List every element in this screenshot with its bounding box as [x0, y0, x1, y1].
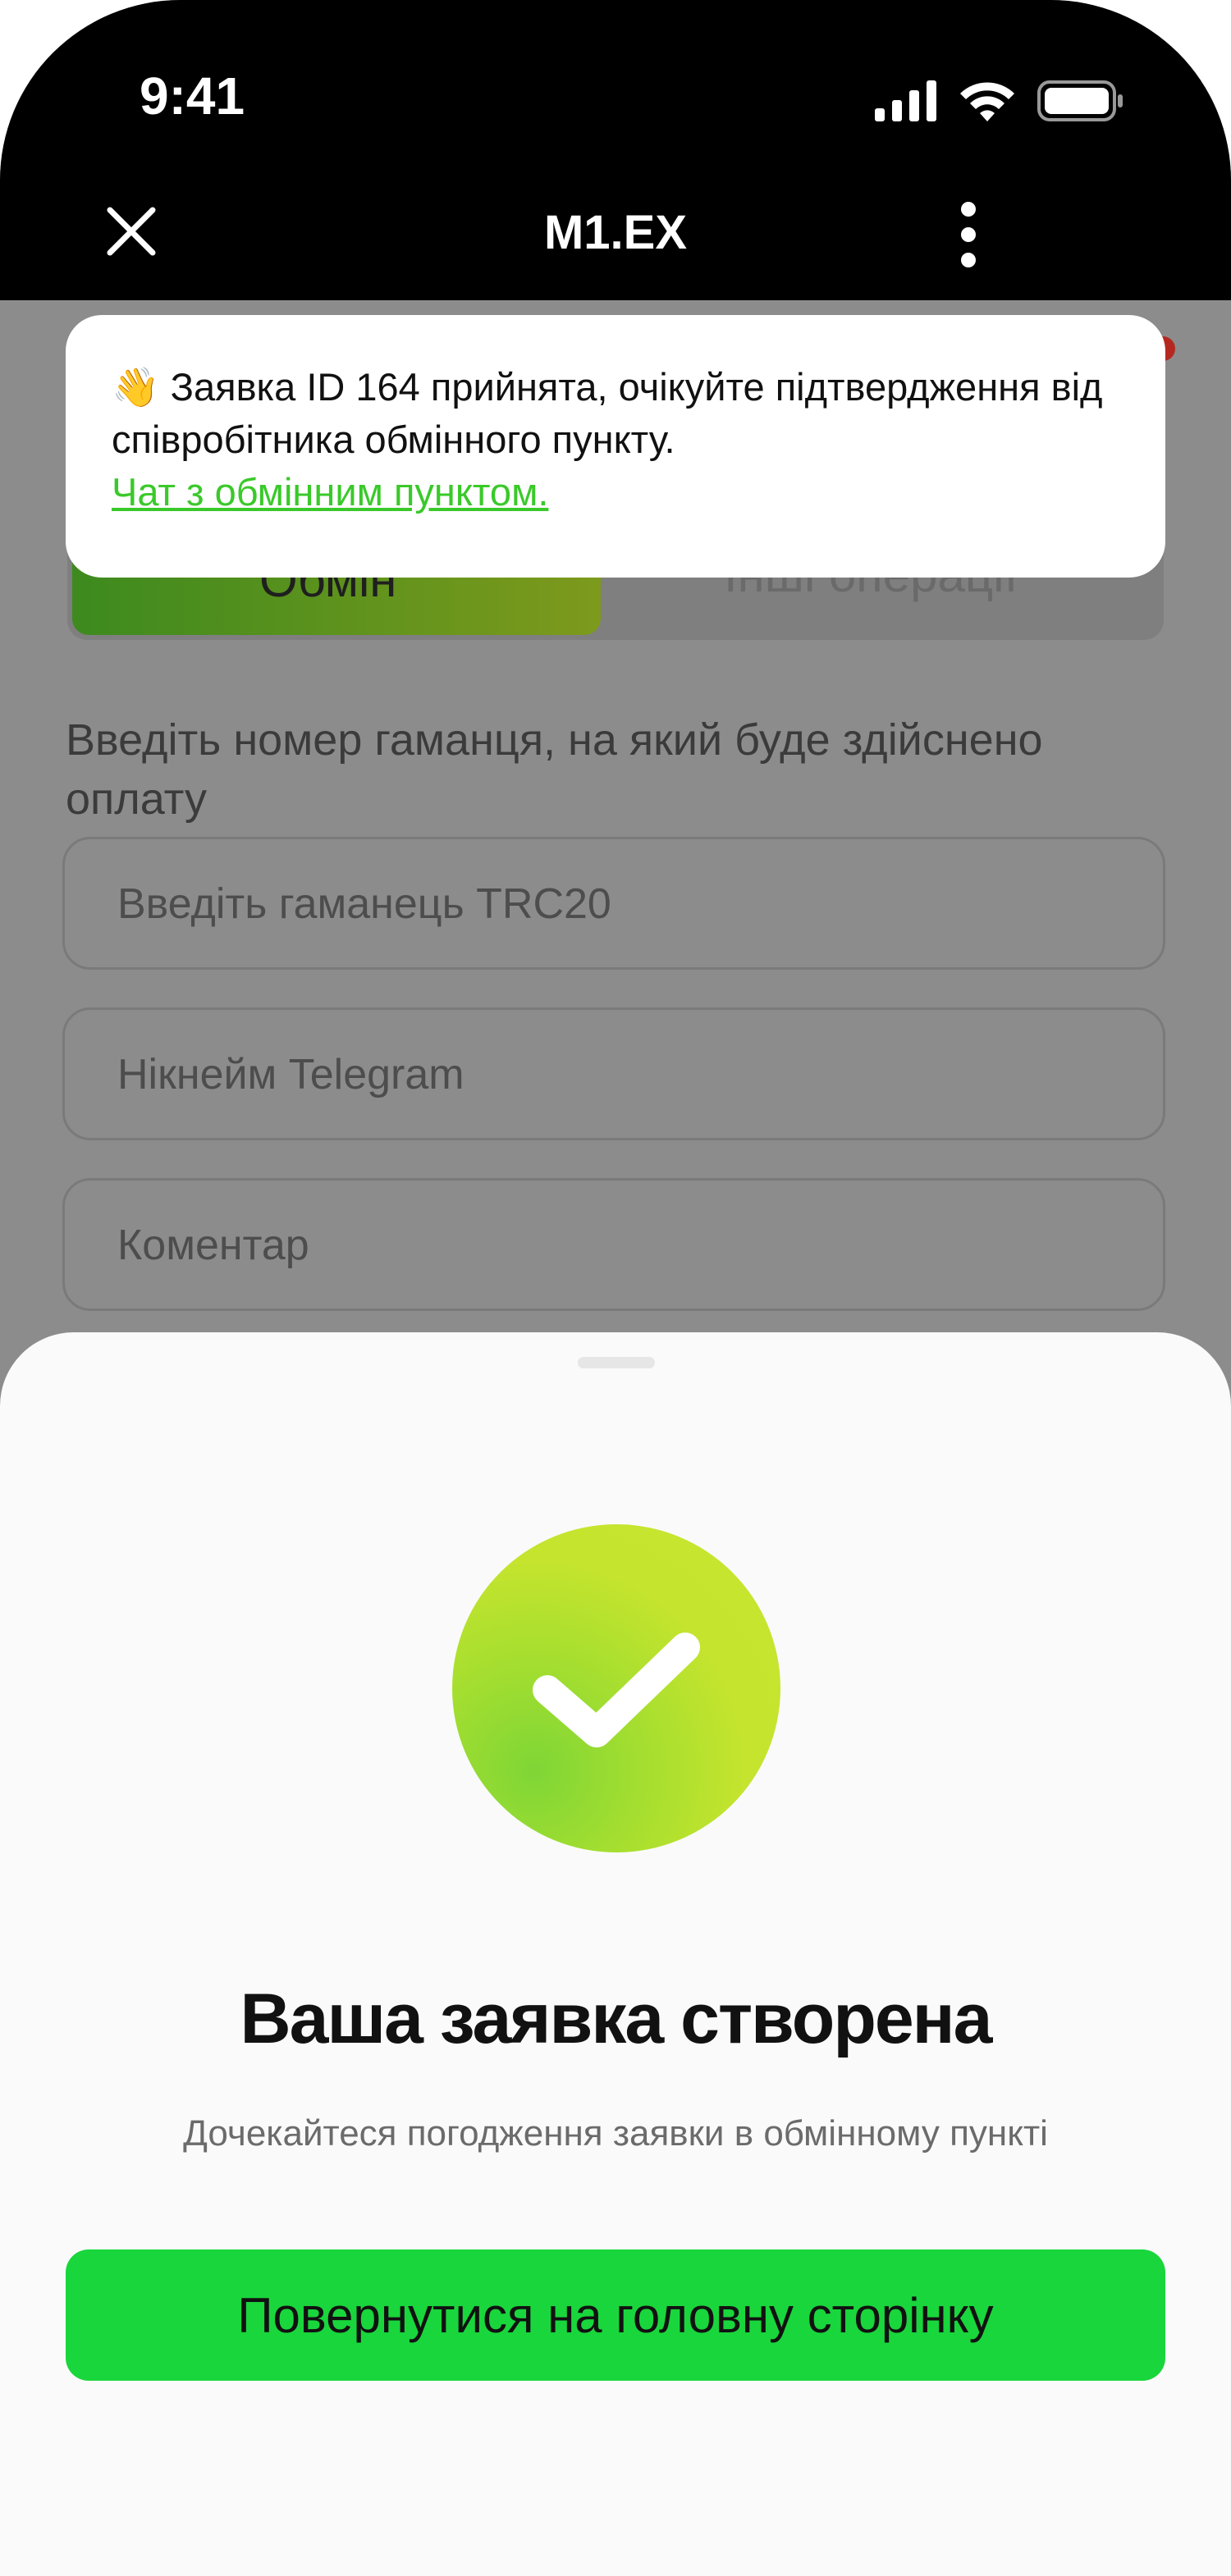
telegram-field-container — [62, 1007, 1165, 1140]
sheet-handle[interactable] — [578, 1357, 655, 1368]
toast-text: 👋 Заявка ID 164 прийнята, очікуйте підтв… — [112, 361, 1129, 518]
status-icons — [875, 80, 1124, 121]
telegram-nickname-input[interactable] — [116, 1010, 1104, 1140]
more-options-icon[interactable] — [959, 202, 978, 267]
top-bar: 9:41 M1.EX — [0, 0, 1231, 300]
comment-field-container — [62, 1178, 1165, 1311]
success-subtitle: Дочекайтеся погодження заявки в обмінном… — [183, 2113, 1048, 2154]
app-title: M1.EX — [543, 206, 688, 259]
wallet-input[interactable] — [116, 839, 1104, 969]
status-time: 9:41 — [140, 66, 245, 126]
phone-screen: 9:41 M1.EX Обмін Введіть номер гаманця, … — [0, 0, 1231, 2576]
wallet-field-container — [62, 837, 1165, 970]
signal-icon — [875, 80, 936, 121]
notification-toast: 👋 Заявка ID 164 прийнята, очікуйте підтв… — [66, 315, 1165, 578]
chat-link[interactable]: Чат з обмінним пунктом. — [112, 470, 548, 514]
battery-icon — [1037, 80, 1123, 121]
success-check-icon — [452, 1524, 780, 1852]
back-to-home-button[interactable]: Повернутися на головну сторінку — [66, 2249, 1165, 2381]
waving-hand-icon: 👋 — [112, 365, 160, 409]
success-sheet: Ваша заявка створена Дочекайтеся погодже… — [0, 1332, 1231, 2576]
comment-input[interactable] — [116, 1181, 1104, 1310]
wifi-icon — [960, 82, 1014, 121]
success-title: Ваша заявка створена — [240, 1980, 993, 2058]
wallet-prompt: Введіть номер гаманця, на який буде здій… — [66, 715, 1043, 824]
toast-message: Заявка ID 164 прийнята, очікуйте підтвер… — [112, 365, 1103, 461]
